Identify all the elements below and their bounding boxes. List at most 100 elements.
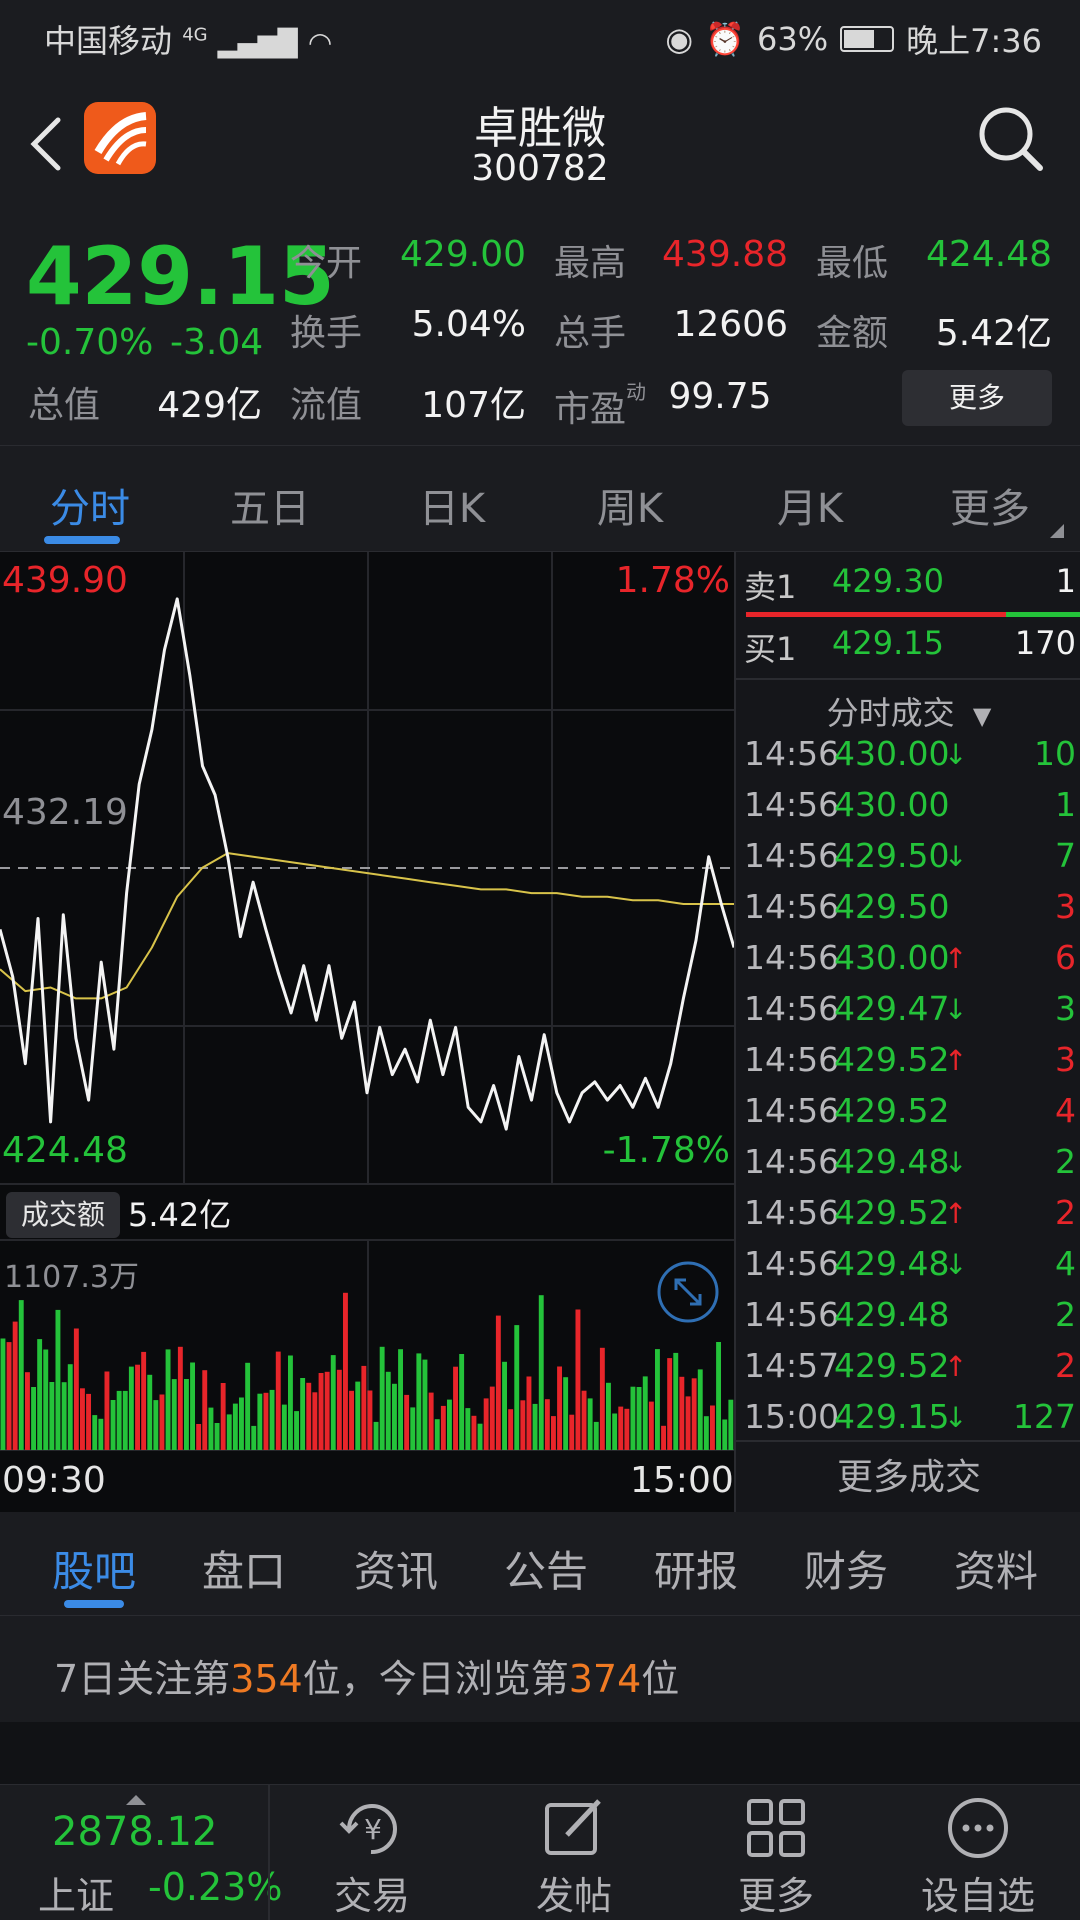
volume-bar: [428, 1392, 434, 1450]
tab-research[interactable]: 研报: [626, 1538, 766, 1599]
volume-bar: [673, 1352, 679, 1450]
post-button[interactable]: 发帖: [494, 1795, 654, 1920]
index-value[interactable]: 2878.12: [52, 1809, 217, 1855]
tab-order-book[interactable]: 盘口: [174, 1538, 314, 1599]
tab-announcements[interactable]: 公告: [476, 1538, 616, 1599]
sell-strength-bar: [746, 612, 1006, 617]
tick-time: 14:56: [744, 1142, 840, 1181]
search-icon[interactable]: [976, 104, 1046, 174]
tick-volume: 2: [1055, 1295, 1076, 1334]
volume-bar: [80, 1388, 85, 1450]
amount-value: 5.42亿: [935, 313, 1052, 354]
volume-bar: [483, 1398, 489, 1450]
tab-forum[interactable]: 股吧: [24, 1538, 164, 1599]
more-button[interactable]: 更多: [696, 1795, 856, 1920]
volume-bar: [502, 1361, 507, 1450]
tick-volume: 10: [1034, 734, 1076, 773]
volume-bar: [294, 1411, 299, 1450]
tick-time: 14:57: [744, 1346, 840, 1385]
sell1-label: 卖1: [744, 568, 797, 606]
volume-bar: [398, 1349, 403, 1450]
volume-bar: [153, 1400, 159, 1450]
volume-bar: [434, 1419, 440, 1450]
tick-time: 14:56: [744, 1193, 840, 1232]
volume-bar: [636, 1387, 642, 1450]
tick-row: 14:56 430.00 ↓ 10: [736, 734, 1080, 784]
tab-news[interactable]: 资讯: [326, 1538, 466, 1599]
tick-row: 14:56 430.00 1: [736, 785, 1080, 835]
buy1-row[interactable]: 买1 429.15 170: [736, 624, 1080, 674]
volume-bar: [367, 1390, 373, 1450]
alarm-icon: ⏰: [705, 20, 745, 58]
rank-bar: 7日关注第354位，今日浏览第374位: [0, 1616, 1080, 1722]
volume-bar: [606, 1382, 611, 1450]
high-value: 439.88: [662, 234, 788, 275]
volume-max-label: 1107.3万: [4, 1260, 139, 1295]
tick-row: 14:56 429.50 ↓ 7: [736, 836, 1080, 886]
tick-volume: 1: [1055, 785, 1076, 824]
chart-canvas: [0, 552, 734, 1451]
tick-time: 14:56: [744, 734, 840, 773]
more-quote-button[interactable]: 更多: [902, 370, 1052, 426]
sell1-row[interactable]: 卖1 429.30 1: [736, 562, 1080, 612]
tab-monthly-k[interactable]: 月K: [730, 476, 890, 534]
tab-profile[interactable]: 资料: [926, 1538, 1066, 1599]
tick-time: 14:56: [744, 785, 840, 824]
turnover-tag[interactable]: 成交额: [6, 1192, 120, 1238]
volume-bar: [300, 1378, 306, 1450]
volume-bar: [416, 1353, 422, 1450]
volume-bar: [618, 1406, 624, 1450]
volume-bar: [147, 1374, 153, 1450]
volume-bar: [392, 1383, 397, 1450]
arrow-down-icon: ↓: [944, 993, 968, 1026]
expand-icon[interactable]: [656, 1260, 720, 1324]
stock-header: 卓胜微 300782: [0, 74, 1080, 214]
low-value: 424.48: [926, 234, 1052, 275]
volume-bar: [642, 1376, 648, 1450]
volume-bar: [92, 1415, 98, 1450]
tab-more-periods[interactable]: 更多: [910, 476, 1070, 534]
current-price: 429.15: [26, 230, 335, 323]
market-cap-value: 429亿: [157, 385, 262, 426]
tick-row: 14:56 429.48 2: [736, 1295, 1080, 1345]
volume-bar: [655, 1349, 660, 1450]
volume-bar: [489, 1386, 495, 1450]
price-low-label: 424.48: [2, 1130, 128, 1171]
add-watchlist-label: 设自选: [920, 1874, 1035, 1918]
volume-bar: [25, 1372, 30, 1450]
caret-up-icon[interactable]: [126, 1795, 146, 1805]
turnover-rate-label: 换手: [290, 313, 363, 354]
add-watchlist-button[interactable]: 设自选: [898, 1795, 1058, 1920]
info-tabs: 股吧 盘口 资讯 公告 研报 财务 资料: [0, 1512, 1080, 1616]
volume-bar: [459, 1354, 465, 1450]
volume-bar: [685, 1396, 691, 1450]
tab-five-day[interactable]: 五日: [190, 476, 350, 534]
volume-bar: [508, 1409, 514, 1450]
volume-bar: [557, 1366, 562, 1450]
volume-bar: [349, 1390, 354, 1450]
tab-finance[interactable]: 财务: [776, 1538, 916, 1599]
volume-bar: [220, 1383, 226, 1450]
volume-bar: [630, 1386, 636, 1450]
open-value: 429.00: [400, 234, 526, 275]
volume-bar: [171, 1379, 177, 1450]
rank-prefix: 7日关注第: [54, 1657, 231, 1701]
volume-bar: [722, 1419, 728, 1450]
volume-bar: [275, 1351, 281, 1450]
content-gap: [0, 1722, 1080, 1784]
tick-price: 429.52: [834, 1040, 950, 1079]
tab-daily-k[interactable]: 日K: [372, 476, 532, 534]
tab-intraday[interactable]: 分时: [10, 476, 170, 534]
post-label: 发帖: [535, 1874, 612, 1918]
volume-bar: [440, 1405, 446, 1450]
volume-bar: [495, 1315, 501, 1450]
volume-bar: [514, 1325, 520, 1450]
intraday-chart[interactable]: 439.90 1.78% 432.19 424.48 -1.78% 成交额 5.…: [0, 552, 734, 1512]
tab-weekly-k[interactable]: 周K: [550, 476, 710, 534]
tick-header[interactable]: 分时成交 ▼: [736, 688, 1080, 734]
clock-time: 晚上7:36: [906, 22, 1042, 60]
volume-bar: [306, 1382, 312, 1450]
tick-volume: 2: [1055, 1346, 1076, 1385]
trade-button[interactable]: ¥ 交易: [292, 1795, 452, 1920]
more-trades-button[interactable]: 更多成交: [736, 1440, 1080, 1512]
